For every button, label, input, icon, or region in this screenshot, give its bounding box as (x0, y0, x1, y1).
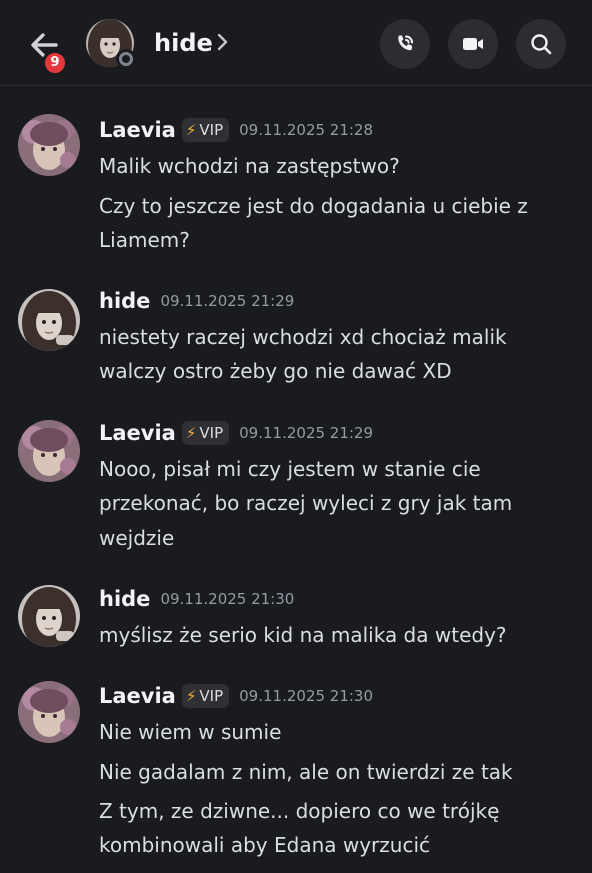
vip-badge: ⚡ VIP (181, 684, 230, 708)
avatar-hide[interactable] (18, 289, 80, 351)
search-button[interactable] (516, 19, 566, 69)
message-line: wejdzie (99, 526, 175, 550)
vip-label: VIP (199, 121, 224, 139)
author-name[interactable]: Laevia (99, 421, 176, 445)
message-line: myślisz że serio kid na malika da wtedy? (99, 623, 507, 647)
author-name[interactable]: hide (99, 587, 150, 611)
timestamp: 09.11.2025 21:30 (160, 590, 295, 608)
message-line: kombinowali aby Edana wyrzucić (99, 833, 430, 857)
page-title[interactable]: hide (154, 28, 213, 58)
message-header: Laevia ⚡ VIP 09.11.2025 21:30 (99, 684, 373, 714)
message-line: Nie wiem w sumie (99, 720, 282, 744)
search-icon (531, 34, 552, 55)
avatar-laevia[interactable] (18, 114, 80, 176)
message-line: niestety raczej wchodzi xd chociaż malik (99, 325, 507, 349)
vip-badge: ⚡ VIP (181, 118, 230, 142)
message-header: Laevia ⚡ VIP 09.11.2025 21:29 (99, 421, 373, 451)
message-line: walczy ostro żeby go nie dawać XD (99, 359, 452, 383)
message-line: Nooo, pisał mi czy jestem w stanie cie (99, 457, 481, 481)
timestamp: 09.11.2025 21:29 (160, 292, 295, 310)
message-line: Liamem? (99, 228, 190, 252)
timestamp: 09.11.2025 21:29 (239, 424, 374, 442)
timestamp: 09.11.2025 21:28 (239, 121, 374, 139)
message-line: Nie gadalam z nim, ale on twierdzi ze ta… (99, 760, 513, 784)
message-line: Z tym, ze dziwne... dopiero co we trójkę (99, 799, 500, 823)
message-header: hide 09.11.2025 21:29 (99, 289, 294, 319)
message-line: Malik wchodzi na zastępstwo? (99, 154, 400, 178)
voice-call-button[interactable] (380, 19, 430, 69)
lightning-icon: ⚡ (185, 687, 197, 705)
message-line: Czy to jeszcze jest do dogadania u ciebi… (99, 194, 528, 218)
unread-badge: 9 (42, 50, 68, 76)
avatar-laevia[interactable] (18, 420, 80, 482)
author-name[interactable]: Laevia (99, 684, 176, 708)
vip-badge: ⚡ VIP (181, 421, 230, 445)
chevron-right-icon[interactable] (215, 31, 231, 53)
lightning-icon: ⚡ (185, 424, 197, 442)
vip-label: VIP (199, 424, 224, 442)
author-name[interactable]: hide (99, 289, 150, 313)
avatar-hide[interactable] (18, 585, 80, 647)
message-header: Laevia ⚡ VIP 09.11.2025 21:28 (99, 118, 373, 148)
video-call-button[interactable] (448, 19, 498, 69)
message-line: przekonać, bo raczej wyleci z gry jak ta… (99, 491, 513, 515)
vip-label: VIP (199, 687, 224, 705)
chat-header: 9 hide (0, 0, 592, 86)
timestamp: 09.11.2025 21:30 (239, 687, 374, 705)
author-name[interactable]: Laevia (99, 118, 176, 142)
message-header: hide 09.11.2025 21:30 (99, 587, 294, 617)
avatar-laevia[interactable] (18, 681, 80, 743)
video-camera-icon (463, 38, 483, 50)
status-offline-indicator (116, 49, 136, 69)
phone-call-icon (398, 35, 413, 51)
lightning-icon: ⚡ (185, 121, 197, 139)
